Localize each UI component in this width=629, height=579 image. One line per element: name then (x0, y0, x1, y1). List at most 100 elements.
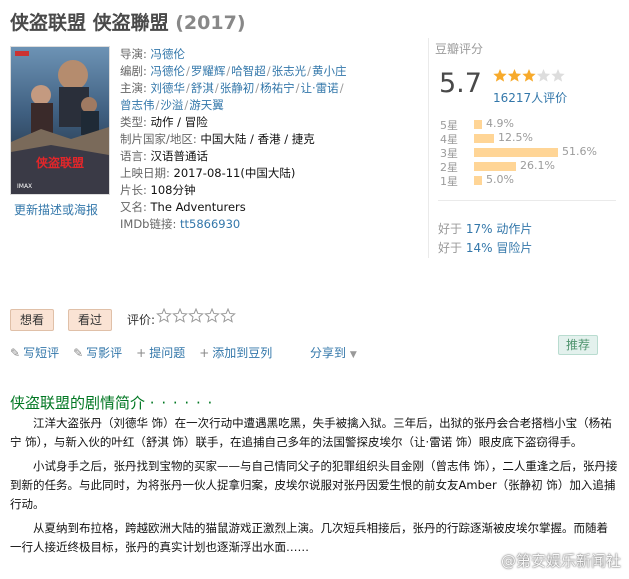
rating-stars (493, 68, 573, 87)
runtime-row: 片长: 108分钟 (120, 182, 410, 199)
writer-link[interactable]: 冯德伦 (151, 64, 186, 78)
rate-stars[interactable] (156, 307, 238, 327)
movie-info: 导演: 冯德伦 编剧: 冯德伦/罗耀辉/哈智超/张志光/黄小庄 主演: 刘德华/… (120, 46, 410, 233)
synopsis-title: 侠盗联盟的剧情简介 · · · · · · (10, 394, 214, 412)
empty-star-icon[interactable] (172, 307, 188, 323)
director-row: 导演: 冯德伦 (120, 46, 410, 63)
plus-icon: + (136, 346, 147, 360)
rating-bar-percent: 51.6% (562, 145, 597, 158)
ask-question-link[interactable]: + 提问题 (136, 346, 185, 360)
writer-link[interactable]: 黄小庄 (312, 64, 347, 78)
genre-row: 类型: 动作 / 冒险 (120, 114, 410, 131)
imdb-link[interactable]: tt5866930 (180, 217, 240, 231)
cast-link[interactable]: 让·雷诺 (301, 81, 339, 95)
update-poster-link[interactable]: 更新描述或海报 (14, 201, 98, 218)
watermark: @第安娱乐新闻社 (500, 552, 621, 570)
rating-box: 豆瓣评分 5.7 16217人评价 (435, 40, 610, 105)
recommend-button[interactable]: 推荐 (558, 335, 599, 355)
pencil-icon: ✎ (73, 346, 84, 360)
country-row: 制片国家/地区: 中国大陆 / 香港 / 捷克 (120, 131, 410, 148)
imdb-row: IMDb链接: tt5866930 (120, 216, 410, 233)
language-value: 汉语普通话 (150, 149, 209, 163)
cast-link[interactable]: 舒淇 (191, 81, 214, 95)
cast-label: 主演: (120, 81, 147, 95)
rating-bar-fill (474, 176, 482, 185)
empty-star-icon[interactable] (156, 307, 238, 324)
language-row: 语言: 汉语普通话 (120, 148, 410, 165)
rate-label: 评价: (127, 313, 156, 327)
country-label: 制片国家/地区: (120, 132, 197, 146)
release-row: 上映日期: 2017-08-11(中国大陆) (120, 165, 410, 182)
language-label: 语言: (120, 149, 147, 163)
rating-score: 5.7 (439, 68, 482, 99)
empty-star-icon[interactable] (188, 307, 204, 323)
votes-link[interactable]: 16217人评价 (493, 89, 567, 106)
synopsis-paragraph: 小试身手之后，张丹找到宝物的买家——与自己情同父子的犯罪组织头目金刚（曾志伟 饰… (10, 459, 618, 511)
chevron-down-icon: ▼ (349, 350, 357, 360)
movie-year: (2017) (175, 12, 246, 34)
cast-row: 主演: 刘德华/舒淇/张静初/杨祐宁/让·雷诺/ (120, 81, 344, 95)
runtime-value: 108分钟 (150, 183, 196, 197)
imdb-label: IMDb链接: (120, 217, 177, 231)
rating-bar-fill (474, 134, 494, 143)
share-label: 分享到 (310, 346, 347, 360)
action-bar: ✎ 写短评 ✎ 写影评 + 提问题 + 添加到豆列 (10, 344, 286, 361)
writer-link[interactable]: 哈智超 (231, 64, 266, 78)
poster-image: 侠盗联盟 IMAX (11, 47, 109, 194)
better-than-row: 好于 14% 冒险片 (438, 241, 533, 255)
better-than-row: 好于 17% 动作片 (438, 222, 533, 236)
write-comment-link[interactable]: ✎ 写短评 (10, 346, 59, 360)
cast-link[interactable]: 游天翼 (189, 98, 224, 112)
add-to-list-link[interactable]: + 添加到豆列 (199, 346, 272, 360)
cast-link[interactable]: 曾志伟 (120, 98, 155, 112)
star-icon (536, 69, 551, 82)
cast-link[interactable]: 张静初 (220, 81, 255, 95)
better-than-link[interactable]: 14% 冒险片 (466, 241, 533, 255)
genre-value: 动作 / 冒险 (150, 115, 208, 129)
country-value: 中国大陆 / 香港 / 捷克 (200, 132, 315, 146)
plus-icon: + (199, 346, 210, 360)
rating-bar-percent: 12.5% (498, 131, 533, 144)
movie-title: 侠盗联盟 侠盗聯盟 (10, 12, 169, 34)
cast-link[interactable]: 刘德华 (151, 81, 186, 95)
writer-link[interactable]: 张志光 (272, 64, 307, 78)
runtime-label: 片长: (120, 183, 147, 197)
aka-label: 又名: (120, 200, 147, 214)
director-label: 导演: (120, 47, 147, 61)
cast-row-continued: 曾志伟/沙溢/游天翼 (120, 98, 224, 112)
watched-button[interactable]: 看过 (68, 309, 113, 331)
rating-bar-fill (474, 120, 482, 129)
rating-bar-percent: 4.9% (486, 117, 514, 130)
aka-row: 又名: The Adventurers (120, 199, 410, 216)
writers-label: 编剧: (120, 64, 147, 78)
director-link[interactable]: 冯德伦 (151, 47, 186, 61)
cast-link[interactable]: 沙溢 (160, 98, 183, 112)
star-rating-icon (493, 69, 565, 82)
star-icon (522, 69, 536, 82)
imax-badge: IMAX (17, 183, 32, 190)
synopsis: 江洋大盗张丹（刘德华 饰）在一次行动中遭遇黑吃黑，失手被擒入狱。三年后，出狱的张… (10, 414, 618, 562)
better-than-link[interactable]: 17% 动作片 (466, 222, 533, 236)
empty-star-icon[interactable] (204, 307, 220, 323)
star-icon (507, 69, 522, 82)
rating-bar-label: 1星 (440, 175, 458, 188)
star-icon (493, 69, 507, 82)
genre-label: 类型: (120, 115, 147, 129)
poster-title-text: 侠盗联盟 (36, 155, 84, 170)
star-icon (551, 69, 565, 82)
empty-star-icon[interactable] (156, 307, 172, 323)
empty-star-icon[interactable] (220, 307, 236, 323)
synopsis-paragraph: 江洋大盗张丹（刘德华 饰）在一次行动中遭遇黑吃黑，失手被擒入狱。三年后，出狱的张… (10, 416, 612, 449)
release-label: 上映日期: (120, 166, 170, 180)
title-dots: · · · · · · (149, 394, 214, 412)
cast-link[interactable]: 杨祐宁 (260, 81, 295, 95)
share-menu[interactable]: 分享到 ▼ (310, 344, 357, 361)
write-review-link[interactable]: ✎ 写影评 (73, 346, 122, 360)
aka-value: The Adventurers (150, 200, 246, 214)
movie-poster[interactable]: 侠盗联盟 IMAX (10, 46, 110, 195)
want-to-watch-button[interactable]: 想看 (10, 309, 55, 331)
page-title: 侠盗联盟 侠盗聯盟 (2017) (10, 8, 246, 35)
writer-link[interactable]: 罗耀辉 (191, 64, 226, 78)
rating-bar-percent: 26.1% (520, 159, 555, 172)
release-value: 2017-08-11(中国大陆) (173, 166, 296, 180)
